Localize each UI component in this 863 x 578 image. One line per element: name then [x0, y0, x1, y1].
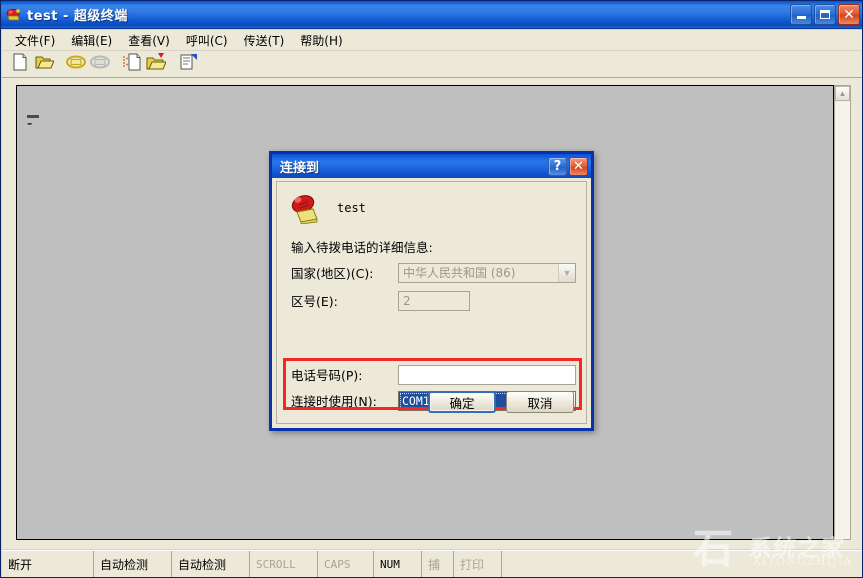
ok-button[interactable]: 确定 — [428, 391, 496, 413]
chevron-up-icon: ▲ — [838, 89, 847, 98]
dialog-title: 连接到 — [280, 160, 320, 176]
country-combobox[interactable]: 中华人民共和国 (86) ▼ — [398, 262, 576, 283]
vertical-scrollbar[interactable]: ▲ — [834, 85, 851, 540]
chevron-down-icon[interactable]: ▼ — [558, 263, 575, 282]
status-print: 打印 — [454, 551, 502, 577]
cancel-button[interactable]: 取消 — [506, 391, 574, 413]
connect-to-dialog: 连接到 ? ✕ test 输入待拨电话的详细信息: 国家(地区)(C): 中华人… — [269, 151, 594, 431]
dialog-titlebar[interactable]: 连接到 ? ✕ — [272, 154, 591, 178]
connection-name: test — [337, 201, 366, 215]
menu-edit[interactable]: 编辑(E) — [63, 30, 120, 51]
maximize-button[interactable] — [814, 4, 836, 25]
receive-file-icon — [146, 52, 167, 76]
toolbar — [2, 51, 862, 78]
send-file-button[interactable] — [120, 53, 144, 76]
menubar: 文件(F) 编辑(E) 查看(V) 呼叫(C) 传送(T) 帮助(H) — [2, 30, 862, 51]
window-title: test - 超级终端 — [27, 9, 128, 24]
red-telephone-icon — [289, 192, 323, 225]
status-scroll: SCROLL — [250, 551, 318, 577]
dialog-controls: ? ✕ — [548, 156, 588, 176]
country-field-row: 国家(地区)(C): 中华人民共和国 (86) ▼ — [291, 262, 576, 283]
dialog-body: test 输入待拨电话的详细信息: 国家(地区)(C): 中华人民共和国 (86… — [276, 181, 587, 424]
close-icon: ✕ — [843, 6, 855, 23]
open-folder-button[interactable] — [32, 53, 56, 76]
area-code-label: 区号(E): — [291, 294, 338, 309]
country-value: 中华人民共和国 (86) — [403, 266, 516, 280]
receive-file-button[interactable] — [144, 52, 168, 76]
dialog-button-row: 确定 取消 — [428, 391, 574, 413]
phone-number-field-row: 电话号码(P): — [291, 364, 576, 385]
country-label: 国家(地区)(C): — [291, 266, 374, 281]
minimize-button[interactable] — [790, 4, 812, 25]
new-document-icon — [12, 53, 29, 76]
window-controls: ✕ — [790, 4, 862, 25]
window-titlebar[interactable]: test - 超级终端 ✕ — [1, 1, 862, 29]
minimize-icon — [796, 16, 806, 19]
hangup-button[interactable] — [88, 53, 112, 76]
new-document-button[interactable] — [8, 53, 32, 76]
menu-help[interactable]: 帮助(H) — [292, 30, 350, 51]
properties-button[interactable] — [176, 53, 200, 76]
status-detect-speed: 自动检测 — [94, 551, 172, 577]
scrollbar-track[interactable] — [835, 102, 850, 539]
connection-header: test — [289, 192, 366, 225]
phone-number-label: 电话号码(P): — [291, 368, 363, 383]
modem-phone-icon — [5, 6, 23, 24]
hyperterminal-window: test - 超级终端 ✕ 文件(F) 编辑(E) 查看(V) 呼叫(C) 传送… — [0, 0, 863, 578]
dialog-prompt: 输入待拨电话的详细信息: — [291, 240, 433, 255]
dialog-close-button[interactable]: ✕ — [569, 156, 588, 176]
status-filler — [502, 551, 862, 577]
call-button[interactable] — [64, 53, 88, 76]
phone-number-input[interactable] — [398, 364, 576, 385]
status-connection: 断开 — [2, 551, 94, 577]
status-num: NUM — [374, 551, 422, 577]
call-phone-icon — [65, 53, 87, 76]
dialog-help-button[interactable]: ? — [548, 156, 567, 176]
menu-transfer[interactable]: 传送(T) — [236, 30, 293, 51]
area-code-input[interactable]: 2 — [398, 290, 470, 311]
open-folder-icon — [35, 53, 55, 76]
connect-using-label: 连接时使用(N): — [291, 394, 377, 409]
properties-icon — [179, 53, 198, 76]
terminal-cursor: - — [27, 115, 39, 132]
menu-view[interactable]: 查看(V) — [120, 30, 178, 51]
status-detect-protocol: 自动检测 — [172, 551, 250, 577]
scroll-up-button[interactable]: ▲ — [835, 86, 850, 101]
close-button[interactable]: ✕ — [838, 4, 860, 25]
area-code-field-row: 区号(E): 2 — [291, 290, 470, 311]
hangup-phone-icon — [89, 53, 111, 76]
menu-file[interactable]: 文件(F) — [7, 30, 63, 51]
maximize-icon — [820, 10, 830, 19]
status-capture: 捕 — [422, 551, 454, 577]
menu-call[interactable]: 呼叫(C) — [178, 30, 236, 51]
send-file-icon — [122, 53, 142, 76]
statusbar: 断开 自动检测 自动检测 SCROLL CAPS NUM 捕 打印 — [2, 550, 862, 577]
status-caps: CAPS — [318, 551, 374, 577]
